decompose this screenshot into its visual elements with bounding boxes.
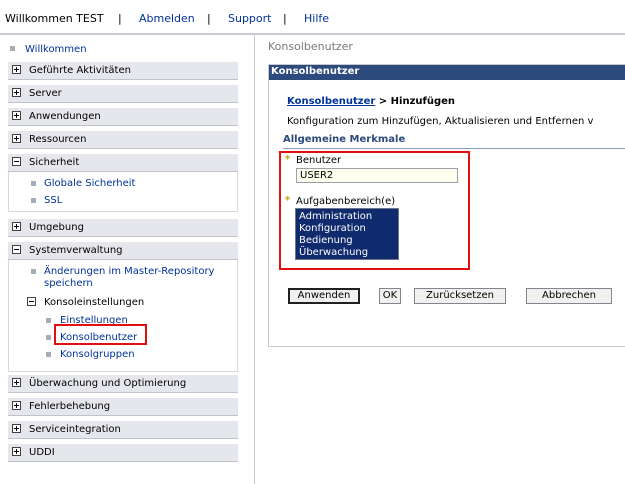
nav-item-console-groups[interactable]: Konsolgruppen [60,349,135,360]
required-marker-icon: * [285,154,291,165]
expand-icon[interactable] [12,401,21,410]
system-administration-subitems: Änderungen im Master-Repository speicher… [8,260,238,372]
panel-header: Konsolbenutzer [269,65,625,80]
nav-category-label: UDDI [29,447,55,458]
user-input[interactable]: USER2 [296,168,458,183]
nav-category-system-administration[interactable]: Systemverwaltung [8,242,238,260]
nav-item-global-security[interactable]: Globale Sicherheit [44,178,135,189]
nav-category-resources[interactable]: Ressourcen [8,131,238,149]
nav-category-label: Systemverwaltung [29,245,123,256]
nav-category-security[interactable]: Sicherheit [8,154,238,172]
welcome-text: Willkommen TEST [5,12,104,25]
nav-item-console-settings[interactable]: Konsoleinstellungen [44,297,144,308]
nav-category-guided-activities[interactable]: Geführte Aktivitäten [8,62,238,80]
content-panel: Konsolbenutzer Konsolbenutzer > Hinzufüg… [268,64,625,347]
nav-welcome-link[interactable]: Willkommen [25,44,87,55]
panel-title: Konsolbenutzer [271,66,360,77]
nav-category-label: Geführte Aktivitäten [29,65,131,76]
expand-icon[interactable] [12,447,21,456]
role-option[interactable]: Überwachung [299,247,368,258]
collapse-icon[interactable] [27,297,36,306]
nav-category-monitoring[interactable]: Überwachung und Optimierung [8,375,238,393]
nav-category-environment[interactable]: Umgebung [8,219,238,237]
breadcrumb-link[interactable]: Konsolbenutzer [287,96,375,107]
expand-icon[interactable] [12,111,21,120]
help-link[interactable]: Hilfe [304,12,329,25]
nav-category-label: Serviceintegration [29,424,121,435]
bullet-icon [31,269,36,274]
separator: | [283,12,287,25]
nav-category-label: Fehlerbehebung [29,401,111,412]
expand-icon[interactable] [12,134,21,143]
expand-icon[interactable] [12,424,21,433]
nav-category-label: Sicherheit [29,157,80,168]
breadcrumb-current: > Hinzufügen [375,96,456,107]
expand-icon[interactable] [12,222,21,231]
nav-category-server[interactable]: Server [8,85,238,103]
bullet-icon [10,46,15,51]
section-heading: Allgemeine Merkmale [283,134,625,149]
breadcrumb: Konsolbenutzer > Hinzufügen [287,96,455,107]
nav-category-label: Anwendungen [29,111,101,122]
nav-category-applications[interactable]: Anwendungen [8,108,238,126]
nav-category-service-integration[interactable]: Serviceintegration [8,421,238,439]
apply-button[interactable]: Anwenden [288,288,360,304]
cancel-button[interactable]: Abbrechen [526,288,612,304]
roles-listbox[interactable]: Administration Konfiguration Bedienung Ü… [295,208,399,260]
top-bar: Willkommen TEST | Abmelden | Support | H… [0,0,625,35]
bullet-icon [46,352,51,357]
bullet-icon [31,181,36,186]
navigation-tree: Willkommen Geführte Aktivitäten Server A… [0,35,255,484]
expand-icon[interactable] [12,378,21,387]
collapse-icon[interactable] [12,157,21,166]
bullet-icon [46,335,51,340]
collapse-icon[interactable] [12,245,21,254]
support-link[interactable]: Support [228,12,271,25]
logout-link[interactable]: Abmelden [139,12,195,25]
roles-field-label: Aufgabenbereich(e) [296,196,396,207]
ok-button[interactable]: OK [379,288,401,304]
nav-category-uddi[interactable]: UDDI [8,444,238,462]
user-field-label: Benutzer [296,155,342,166]
page-title: Konsolbenutzer [268,40,353,53]
expand-icon[interactable] [12,88,21,97]
expand-icon[interactable] [12,65,21,74]
page-description: Konfiguration zum Hinzufügen, Aktualisie… [287,116,594,127]
role-option[interactable]: Bedienung [299,235,353,246]
bullet-icon [31,198,36,203]
bullet-icon [46,318,51,323]
nav-category-label: Ressourcen [29,134,87,145]
security-subitems: Globale Sicherheit SSL [8,172,238,212]
role-option[interactable]: Administration [299,211,372,222]
nav-category-troubleshooting[interactable]: Fehlerbehebung [8,398,238,416]
separator: | [207,12,211,25]
required-marker-icon: * [285,195,291,206]
nav-category-label: Überwachung und Optimierung [29,378,187,389]
role-option[interactable]: Konfiguration [299,223,366,234]
reset-button[interactable]: Zurücksetzen [414,288,506,304]
nav-category-label: Umgebung [29,222,84,233]
nav-item-save-changes-cont[interactable]: speichern [44,278,93,289]
separator: | [118,12,122,25]
nav-item-ssl[interactable]: SSL [44,195,62,206]
nav-item-save-changes[interactable]: Änderungen im Master-Repository [44,266,214,277]
nav-category-label: Server [29,88,62,99]
highlight-box [54,324,147,345]
